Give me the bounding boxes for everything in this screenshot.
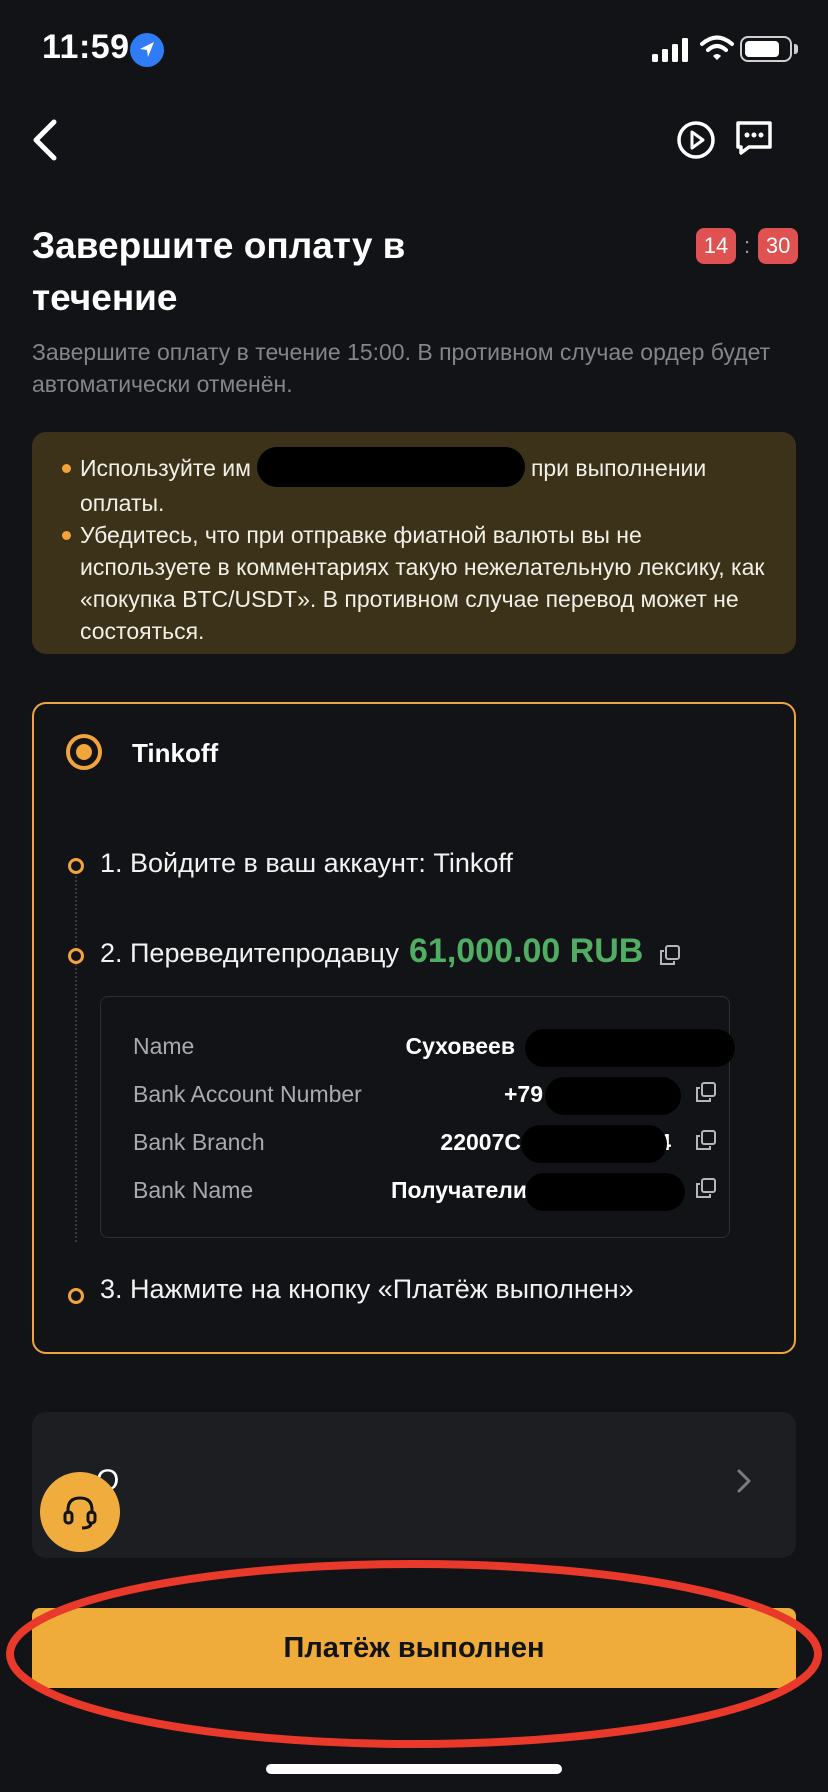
- detail-label: Bank Name: [133, 1177, 254, 1203]
- payment-done-button[interactable]: Платёж выполнен: [32, 1608, 796, 1688]
- step-3-dot: [68, 1288, 84, 1304]
- payment-details-table: Name Суховеев Bank Account Number +79 Ba…: [100, 996, 735, 1238]
- step-1-text: 1. Войдите в ваш аккаунт: Tinkoff: [100, 848, 513, 878]
- home-indicator: [266, 1764, 562, 1774]
- bullet-icon: [62, 464, 71, 473]
- notice-item-comment: Убедитесь, что при отправке фиатной валю…: [62, 519, 772, 647]
- status-time: 11:59: [42, 28, 130, 66]
- detail-row-name: Name Суховеев: [101, 1025, 735, 1073]
- detail-row-account: Bank Account Number +79: [101, 1073, 731, 1121]
- detail-value: Суховеев: [405, 1033, 515, 1059]
- timer-minutes: 14: [696, 228, 736, 264]
- headset-icon: [63, 1496, 97, 1530]
- redaction-mark: [521, 1125, 667, 1163]
- notice-item-name: Используйте им при выполнении оплаты.: [62, 446, 772, 519]
- cellular-signal-icon: [652, 38, 688, 62]
- timer-seconds: 30: [758, 228, 799, 264]
- detail-value: 22007С: [440, 1129, 521, 1155]
- secondary-row[interactable]: О: [32, 1412, 796, 1558]
- location-arrow-icon: [130, 33, 164, 67]
- redaction-mark: [545, 1077, 681, 1115]
- step-2: 2. Переведитепродавцу 61,000.00 RUB: [100, 932, 681, 971]
- back-arrow-icon[interactable]: [28, 116, 68, 164]
- detail-label: Bank Account Number: [133, 1081, 362, 1107]
- notice-item2-text: Убедитесь, что при отправке фиатной валю…: [80, 521, 765, 644]
- detail-label: Bank Branch: [133, 1129, 265, 1155]
- detail-label: Name: [133, 1033, 195, 1059]
- step-1-dot: [68, 858, 84, 874]
- step-2-dot: [68, 948, 84, 964]
- page-title: Завершите оплату в течение: [32, 225, 406, 318]
- warning-notice: Используйте им при выполнении оплаты. Убе…: [32, 432, 796, 654]
- copy-icon[interactable]: [695, 1129, 717, 1151]
- video-guide-icon[interactable]: [676, 120, 716, 160]
- wifi-icon: [700, 35, 734, 60]
- battery-icon: [740, 36, 792, 62]
- step-3-text: 3. Нажмите на кнопку «Платёж выполнен»: [100, 1274, 634, 1304]
- countdown-timer: 14 : 30: [696, 228, 799, 264]
- detail-value: Получатели: [390, 1177, 527, 1203]
- detail-row-branch: Bank Branch 22007С 4: [101, 1121, 731, 1169]
- transfer-amount: 61,000.00 RUB: [409, 932, 644, 970]
- step-2-text: 2. Переведитепродавцу: [100, 938, 399, 968]
- redaction-mark: [256, 446, 525, 487]
- payment-method-name: Tinkoff: [132, 738, 219, 768]
- notice-item1-before: Используйте им: [80, 455, 251, 481]
- support-button[interactable]: [40, 1472, 120, 1552]
- chevron-right-icon: [737, 1469, 751, 1493]
- copy-icon[interactable]: [695, 1177, 717, 1199]
- redaction-mark: [525, 1029, 735, 1067]
- detail-value: +79: [503, 1081, 543, 1107]
- page-subtitle: Завершите оплату в течение 15:00. В прот…: [32, 339, 771, 397]
- detail-row-bank: Bank Name Получатели: [101, 1169, 731, 1217]
- copy-icon[interactable]: [695, 1081, 717, 1103]
- battery-tip: [794, 44, 798, 54]
- timer-separator: :: [744, 233, 751, 258]
- payment-method-card: Tinkoff 1. Войдите в ваш аккаунт: Tinkof…: [32, 702, 796, 1354]
- bullet-icon: [62, 530, 71, 540]
- redaction-mark: [525, 1173, 685, 1211]
- status-bar: 11:59: [0, 0, 828, 100]
- chat-icon[interactable]: [735, 120, 773, 156]
- payment-method-radio[interactable]: [66, 734, 102, 770]
- steps-connector: [75, 872, 77, 1242]
- copy-amount-icon[interactable]: [659, 944, 681, 966]
